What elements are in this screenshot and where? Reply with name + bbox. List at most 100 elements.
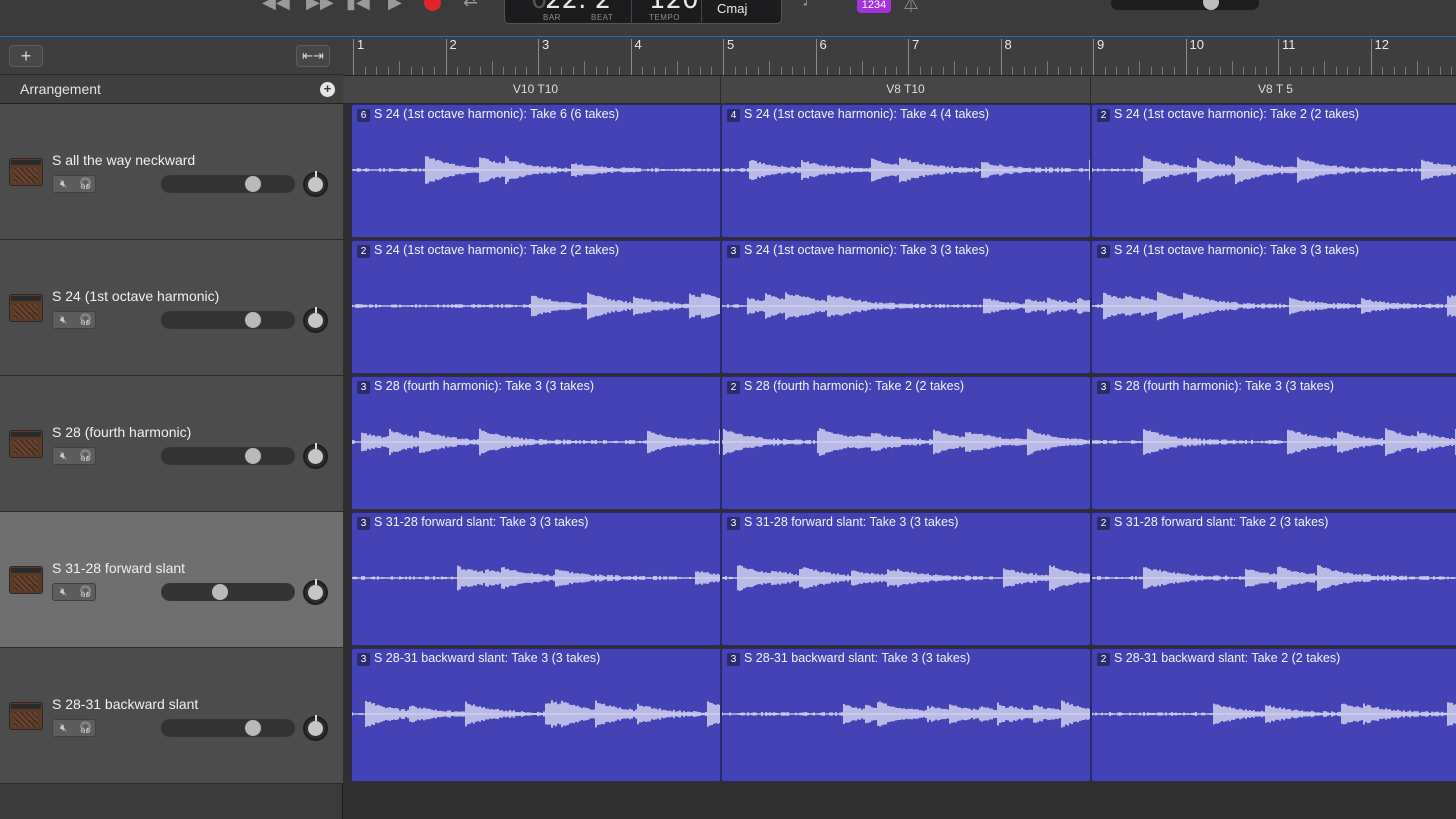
headphones-icon[interactable]: 🎧︎ xyxy=(75,584,96,600)
take-count-badge[interactable]: 3 xyxy=(727,245,740,258)
take-count-badge[interactable]: 6 xyxy=(357,109,370,122)
volume-knob[interactable] xyxy=(244,720,261,736)
track-volume-slider[interactable] xyxy=(161,583,295,601)
volume-knob[interactable] xyxy=(212,584,229,600)
audio-region[interactable]: 2 S 24 (1st octave harmonic): Take 2 (2 … xyxy=(1091,104,1456,238)
track-lane[interactable]: 3 S 31-28 forward slant: Take 3 (3 takes… xyxy=(343,512,1456,648)
track-name[interactable]: S 28-31 backward slant xyxy=(52,696,198,712)
beat-tick xyxy=(1231,61,1233,75)
mute-icon[interactable]: 🔇︎ xyxy=(53,720,74,736)
record-icon[interactable] xyxy=(424,0,441,11)
metronome-icon[interactable]: ⏃ xyxy=(902,0,920,16)
catch-playhead-button[interactable]: ⇤⇥ xyxy=(296,45,330,67)
headphones-icon[interactable]: 🎧︎ xyxy=(75,176,96,192)
track-volume-slider[interactable] xyxy=(161,175,295,193)
master-volume-slider[interactable] xyxy=(1111,0,1259,10)
take-count-badge[interactable]: 4 xyxy=(727,109,740,122)
cycle-icon[interactable]: ⇄ xyxy=(463,0,478,11)
audio-region[interactable]: 3 S 24 (1st octave harmonic): Take 3 (3 … xyxy=(1091,240,1456,374)
track-volume-slider[interactable] xyxy=(161,447,295,465)
volume-knob[interactable] xyxy=(244,176,261,192)
audio-region[interactable]: 3 S 28-31 backward slant: Take 3 (3 take… xyxy=(351,648,721,782)
beat-tick xyxy=(1023,67,1025,75)
track-lane[interactable]: 3 S 28-31 backward slant: Take 3 (3 take… xyxy=(343,648,1456,784)
pan-knob[interactable] xyxy=(303,307,328,333)
arrangement-marker[interactable]: V8 T10 xyxy=(721,76,1091,104)
audio-region[interactable]: 3 S 31-28 forward slant: Take 3 (3 takes… xyxy=(721,512,1091,646)
take-count-badge[interactable]: 3 xyxy=(727,517,740,530)
add-track-button[interactable]: + xyxy=(9,45,43,67)
audio-region[interactable]: 2 S 28-31 backward slant: Take 2 (2 take… xyxy=(1091,648,1456,782)
track-lane[interactable]: 6 S 24 (1st octave harmonic): Take 6 (6 … xyxy=(343,104,1456,240)
take-count-badge[interactable]: 2 xyxy=(357,245,370,258)
audio-region[interactable]: 6 S 24 (1st octave harmonic): Take 6 (6 … xyxy=(351,104,721,238)
arrangement-marker[interactable]: V10 T10 xyxy=(351,76,721,104)
beat-tick xyxy=(491,61,493,75)
take-count-badge[interactable]: 3 xyxy=(357,653,370,666)
lcd-key[interactable]: Cmaj xyxy=(717,1,747,16)
track-name[interactable]: S 24 (1st octave harmonic) xyxy=(52,288,219,304)
take-count-badge[interactable]: 3 xyxy=(1097,245,1110,258)
count-in-button[interactable]: 1234 xyxy=(857,0,891,13)
mute-icon[interactable]: 🔇︎ xyxy=(53,584,74,600)
audio-region[interactable]: 3 S 31-28 forward slant: Take 3 (3 takes… xyxy=(351,512,721,646)
audio-region[interactable]: 3 S 28 (fourth harmonic): Take 3 (3 take… xyxy=(1091,376,1456,510)
headphones-icon[interactable]: 🎧︎ xyxy=(75,312,96,328)
master-volume-knob[interactable] xyxy=(1203,0,1219,10)
bar-ruler[interactable]: 1 2 3 4 5 6 7 8 9 10 11 12 xyxy=(343,37,1456,76)
pan-knob[interactable] xyxy=(303,443,328,469)
headphones-icon[interactable]: 🎧︎ xyxy=(75,448,96,464)
track-name[interactable]: S 31-28 forward slant xyxy=(52,560,185,576)
play-icon[interactable]: ▶ xyxy=(388,0,402,13)
beat-tick xyxy=(1127,67,1129,75)
fast-forward-icon[interactable]: ▶▶ xyxy=(306,0,334,13)
skip-back-icon[interactable]: ▮◀ xyxy=(346,0,370,13)
mute-icon[interactable]: 🔇︎ xyxy=(53,448,74,464)
beat-tick xyxy=(850,67,852,75)
take-count-badge[interactable]: 2 xyxy=(1097,109,1110,122)
lcd-display[interactable]: 0 22. 2 BAR BEAT 120 TEMPO Cmaj ⌄ xyxy=(504,0,782,25)
mute-icon[interactable]: 🔇︎ xyxy=(53,176,74,192)
pan-knob[interactable] xyxy=(303,715,328,741)
audio-region[interactable]: 3 S 24 (1st octave harmonic): Take 3 (3 … xyxy=(721,240,1091,374)
mute-icon[interactable]: 🔇︎ xyxy=(53,312,74,328)
track-header[interactable]: S 28-31 backward slant 🔇︎ 🎧︎ xyxy=(0,648,343,784)
arrangement-marker[interactable]: V8 T 5 xyxy=(1091,76,1456,104)
take-count-badge[interactable]: 2 xyxy=(727,381,740,394)
audio-region[interactable]: 3 S 28 (fourth harmonic): Take 3 (3 take… xyxy=(351,376,721,510)
track-name[interactable]: S 28 (fourth harmonic) xyxy=(52,424,191,440)
rewind-icon[interactable]: ◀◀ xyxy=(262,0,290,13)
take-count-badge[interactable]: 2 xyxy=(1097,517,1110,530)
take-count-badge[interactable]: 3 xyxy=(357,517,370,530)
volume-knob[interactable] xyxy=(244,448,261,464)
track-lane[interactable]: 3 S 28 (fourth harmonic): Take 3 (3 take… xyxy=(343,376,1456,512)
track-volume-slider[interactable] xyxy=(161,719,295,737)
empty-track-area[interactable] xyxy=(343,782,1456,819)
track-header[interactable]: S 28 (fourth harmonic) 🔇︎ 🎧︎ xyxy=(0,376,343,512)
headphones-icon[interactable]: 🎧︎ xyxy=(75,720,96,736)
take-count-badge[interactable]: 2 xyxy=(1097,653,1110,666)
track-header[interactable]: S all the way neckward 🔇︎ 🎧︎ xyxy=(0,104,343,240)
track-name[interactable]: S all the way neckward xyxy=(52,152,195,168)
add-arrangement-button[interactable]: + xyxy=(320,82,335,97)
amp-icon xyxy=(9,158,43,186)
volume-knob[interactable] xyxy=(244,312,261,328)
audio-region[interactable]: 2 S 31-28 forward slant: Take 2 (3 takes… xyxy=(1091,512,1456,646)
tuner-icon[interactable]: ♩ xyxy=(802,0,820,11)
track-lane[interactable]: 2 S 24 (1st octave harmonic): Take 2 (2 … xyxy=(343,240,1456,376)
audio-region[interactable]: 2 S 24 (1st octave harmonic): Take 2 (2 … xyxy=(351,240,721,374)
audio-region[interactable]: 3 S 28-31 backward slant: Take 3 (3 take… xyxy=(721,648,1091,782)
pan-knob[interactable] xyxy=(303,171,328,197)
track-volume-slider[interactable] xyxy=(161,311,295,329)
take-count-badge[interactable]: 3 xyxy=(357,381,370,394)
beat-tick xyxy=(1416,61,1418,75)
track-header[interactable]: S 24 (1st octave harmonic) 🔇︎ 🎧︎ xyxy=(0,240,343,376)
audio-region[interactable]: 2 S 28 (fourth harmonic): Take 2 (2 take… xyxy=(721,376,1091,510)
track-header[interactable]: S 31-28 forward slant 🔇︎ 🎧︎ xyxy=(0,512,343,648)
audio-region[interactable]: 4 S 24 (1st octave harmonic): Take 4 (4 … xyxy=(721,104,1091,238)
take-count-badge[interactable]: 3 xyxy=(727,653,740,666)
pan-knob[interactable] xyxy=(303,579,328,605)
beat-tick xyxy=(364,67,366,75)
chevron-down-icon[interactable]: ⌄ xyxy=(769,0,777,3)
take-count-badge[interactable]: 3 xyxy=(1097,381,1110,394)
